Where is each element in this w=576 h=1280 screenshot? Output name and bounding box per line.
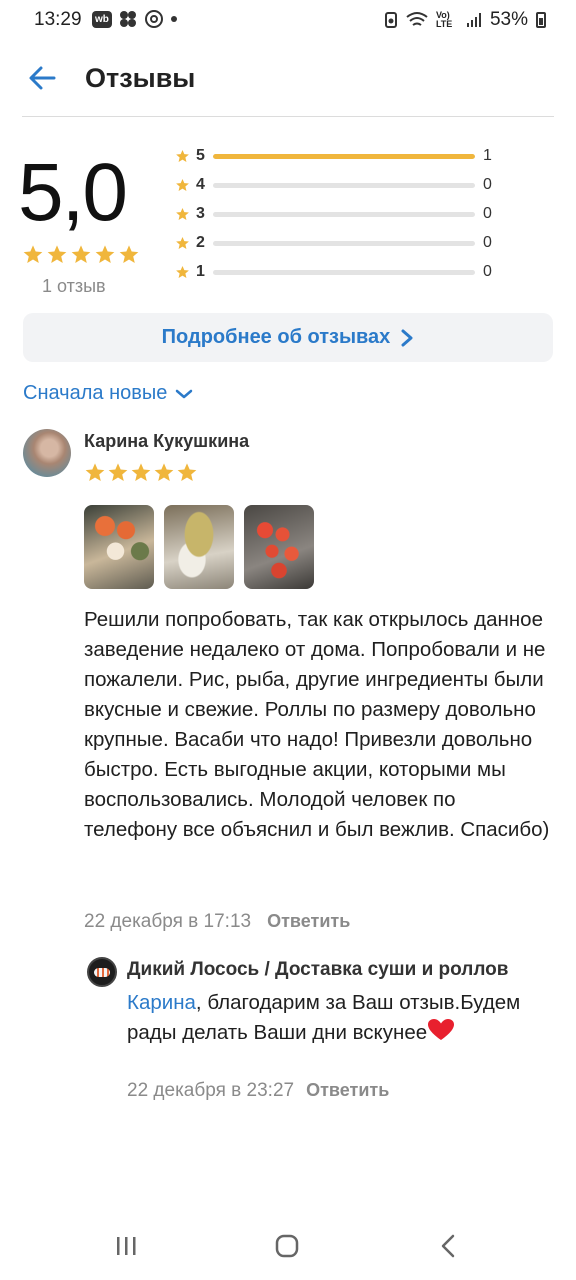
review-meta: 22 декабря в 17:13 Ответить: [84, 911, 350, 933]
star-level: 2: [196, 234, 205, 251]
header-divider: [22, 116, 554, 117]
shop-name[interactable]: Дикий Лосось / Доставка суши и роллов: [127, 959, 557, 981]
status-time: 13:29: [34, 9, 82, 30]
heart-icon: [428, 1019, 455, 1040]
distribution-bar-fill: [213, 154, 475, 159]
star-icon: [176, 149, 189, 162]
distribution-row: 51: [175, 144, 505, 173]
home-button[interactable]: [275, 1234, 299, 1258]
distribution-count: 0: [483, 176, 492, 193]
review-stars: [84, 462, 198, 484]
star-icon: [131, 463, 151, 481]
shop-reply-button[interactable]: Ответить: [306, 1080, 389, 1101]
distribution-bar: [213, 270, 475, 275]
distribution-bar: [213, 212, 475, 217]
distribution-count: 0: [483, 263, 492, 280]
distribution-count: 1: [483, 147, 492, 164]
star-level: 5: [196, 147, 205, 164]
recent-apps-icon: [117, 1237, 136, 1255]
distribution-bar: [213, 241, 475, 246]
shop-reply-meta: 22 декабря в 23:27 Ответить: [127, 1080, 389, 1102]
wb-app-icon: wb: [92, 10, 112, 28]
star-icon: [175, 207, 190, 227]
distribution-count: 0: [483, 234, 492, 251]
star-icon: [47, 245, 67, 263]
review-photo[interactable]: [164, 505, 234, 589]
review-photos: [84, 505, 314, 589]
signal-icon: [466, 13, 481, 27]
system-nav-bar: [0, 1210, 576, 1280]
star-level: 3: [196, 205, 205, 222]
rating-distribution: 5140302010: [175, 144, 505, 289]
review-author[interactable]: Карина Кукушкина: [84, 431, 249, 452]
review-photo[interactable]: [84, 505, 154, 589]
star-level: 1: [196, 263, 205, 280]
star-icon: [177, 463, 197, 481]
star-level: 4: [196, 176, 205, 193]
avatar[interactable]: [23, 429, 71, 477]
star-icon: [108, 463, 128, 481]
flower-icon: [119, 11, 136, 27]
sort-label: Сначала новые: [23, 382, 168, 404]
sort-dropdown[interactable]: Сначала новые: [23, 382, 193, 405]
distribution-row: 30: [175, 202, 505, 231]
status-notifications: wb: [92, 9, 178, 29]
mention-link[interactable]: Карина: [127, 991, 196, 1014]
star-icon: [175, 265, 190, 285]
average-stars: [22, 244, 140, 266]
distribution-bar: [213, 154, 475, 159]
distribution-count: 0: [483, 205, 492, 222]
distribution-row: 20: [175, 231, 505, 260]
reply-button[interactable]: Ответить: [267, 911, 350, 932]
app-header: Отзывы: [0, 44, 576, 116]
star-icon: [85, 463, 105, 481]
at-sign-icon: [144, 10, 163, 28]
star-icon: [175, 236, 190, 256]
reviews-count: 1 отзыв: [42, 276, 106, 296]
recycle-icon: [384, 12, 397, 28]
back-button[interactable]: [24, 60, 60, 96]
battery-percent: 53%: [489, 9, 528, 30]
distribution-row: 40: [175, 173, 505, 202]
star-icon: [176, 236, 189, 249]
star-icon: [175, 178, 190, 198]
recent-apps-button[interactable]: [115, 1235, 137, 1257]
shop-reply-text: Карина, благодарим за Ваш отзыв.Будем ра…: [127, 988, 547, 1048]
star-icon: [176, 207, 189, 220]
average-score: 5,0: [18, 147, 128, 238]
star-icon: [176, 178, 189, 191]
more-reviews-label: Подробнее об отзывах: [161, 326, 391, 348]
more-reviews-button[interactable]: Подробнее об отзывах: [23, 313, 553, 362]
system-back-button[interactable]: [438, 1234, 458, 1258]
wifi-icon: [406, 12, 428, 26]
distribution-row: 10: [175, 260, 505, 289]
dot-icon: [170, 16, 177, 22]
status-right: Vo) LTE 53%: [384, 9, 546, 31]
volte-label: Vo) LTE: [435, 10, 453, 29]
star-icon: [175, 149, 190, 169]
page-title: Отзывы: [85, 63, 196, 93]
star-icon: [23, 245, 43, 263]
star-icon: [71, 245, 91, 263]
star-icon: [176, 265, 189, 278]
review-text: Решили попробовать, так как открылось да…: [84, 608, 550, 841]
star-icon: [119, 245, 139, 263]
distribution-bar: [213, 183, 475, 188]
chevron-left-icon: [441, 1234, 455, 1258]
home-icon: [275, 1234, 299, 1258]
battery-icon: [536, 12, 546, 28]
review-date: 22 декабря в 17:13: [84, 911, 252, 932]
shop-logo[interactable]: [87, 957, 117, 987]
chevron-right-icon: [401, 329, 413, 346]
arrow-left-icon: [29, 66, 56, 90]
star-icon: [95, 245, 115, 263]
chevron-down-icon: [176, 389, 193, 398]
shop-reply-date: 22 декабря в 23:27: [127, 1080, 295, 1101]
star-icon: [154, 463, 174, 481]
review-photo[interactable]: [244, 505, 314, 589]
status-bar: 13:29 wb Vo) LTE 53%: [0, 0, 576, 40]
